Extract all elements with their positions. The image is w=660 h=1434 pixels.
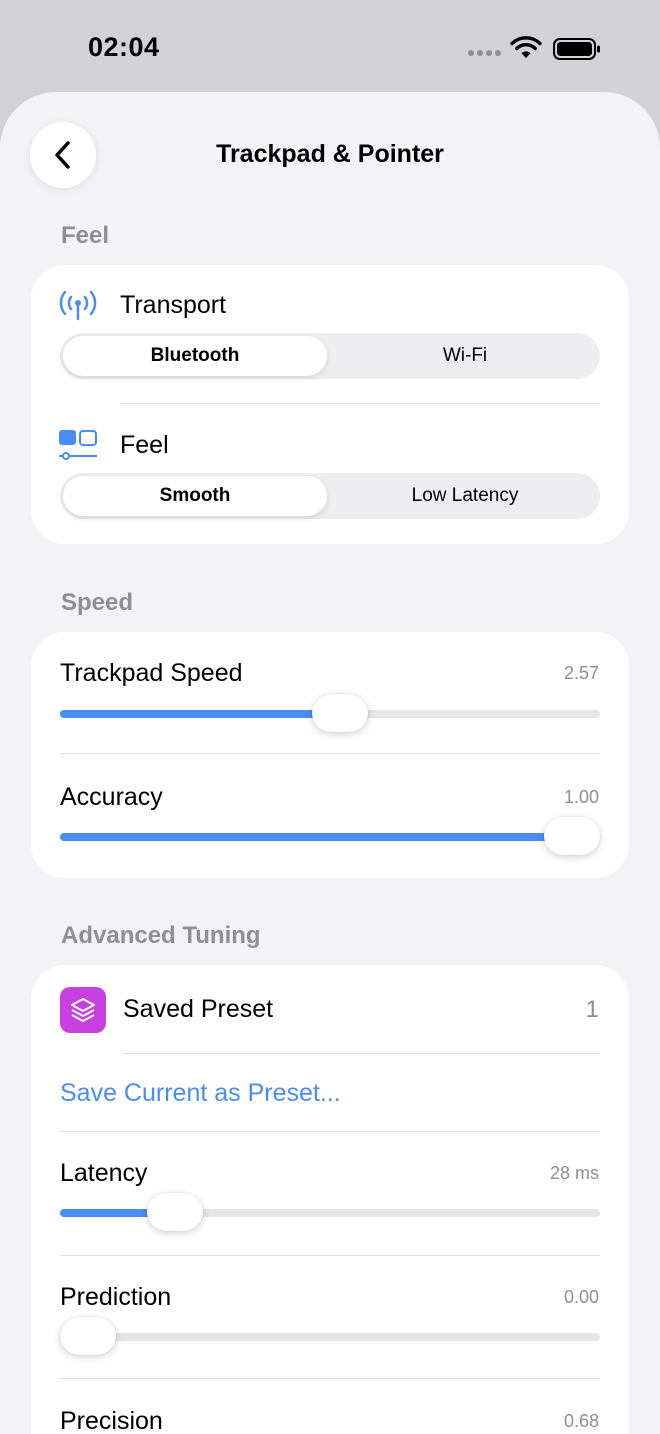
trackpad-speed-label: Trackpad Speed: [60, 659, 243, 687]
accuracy-value: 1.00: [563, 787, 599, 807]
speed-card: Trackpad Speed 2.57 Accuracy 1.00: [31, 632, 629, 878]
slider-knob[interactable]: [544, 817, 600, 855]
feel-toggle-icon: [59, 430, 97, 460]
transport-option-bluetooth[interactable]: Bluetooth: [63, 336, 327, 376]
slider-knob[interactable]: [147, 1193, 204, 1231]
section-header-feel: Feel: [61, 222, 110, 249]
layers-icon: [71, 998, 95, 1022]
slider-fill: [60, 833, 572, 841]
status-time: 02:04: [88, 32, 160, 62]
feel-segmented-control: Smooth Low Latency: [60, 473, 600, 519]
divider: [60, 1255, 600, 1256]
feel-label: Feel: [120, 431, 169, 459]
latency-label: Latency: [60, 1159, 148, 1187]
prediction-label: Prediction: [60, 1283, 172, 1311]
saved-preset-label: Saved Preset: [123, 995, 274, 1023]
divider: [60, 1378, 600, 1379]
antenna-icon: [59, 290, 97, 321]
trackpad-speed-value: 2.57: [563, 663, 599, 683]
divider: [60, 1131, 600, 1132]
trackpad-speed-slider[interactable]: [60, 694, 600, 734]
slider-knob[interactable]: [60, 1317, 116, 1355]
divider: [60, 753, 600, 754]
section-header-speed: Speed: [61, 589, 134, 616]
section-header-advanced: Advanced Tuning: [61, 922, 261, 949]
settings-sheet: Trackpad & Pointer Feel Transport Blueto…: [0, 92, 660, 1434]
save-preset-link[interactable]: Save Current as Preset...: [60, 1079, 341, 1108]
slider-knob[interactable]: [311, 694, 368, 732]
wifi-icon: [510, 36, 542, 58]
signal-dots-icon: [468, 50, 501, 56]
feel-option-smooth[interactable]: Smooth: [63, 476, 327, 516]
latency-value: 28 ms: [549, 1163, 599, 1183]
transport-option-wifi[interactable]: Wi-Fi: [333, 336, 597, 376]
latency-slider[interactable]: [60, 1193, 600, 1233]
precision-label: Precision: [60, 1407, 163, 1434]
saved-preset-value[interactable]: 1: [586, 996, 599, 1024]
advanced-card: Saved Preset 1 Save Current as Preset...…: [31, 965, 629, 1434]
accuracy-slider[interactable]: [60, 817, 600, 857]
accuracy-label: Accuracy: [60, 783, 163, 811]
preset-icon-tile: [60, 987, 106, 1033]
feel-option-low-latency[interactable]: Low Latency: [333, 476, 597, 516]
page-title: Trackpad & Pointer: [216, 140, 444, 168]
prediction-slider[interactable]: [60, 1317, 600, 1357]
slider-track: [60, 1333, 600, 1341]
battery-icon: [553, 38, 600, 60]
transport-label: Transport: [120, 291, 227, 319]
divider: [123, 1053, 600, 1054]
precision-value: 0.68: [563, 1411, 599, 1431]
slider-fill: [60, 710, 340, 718]
prediction-value: 0.00: [563, 1287, 599, 1307]
transport-segmented-control: Bluetooth Wi-Fi: [60, 333, 600, 379]
divider: [120, 403, 600, 404]
feel-card: Transport Bluetooth Wi-Fi Feel Smooth Lo…: [31, 265, 629, 544]
status-bar: 02:04: [0, 0, 660, 92]
